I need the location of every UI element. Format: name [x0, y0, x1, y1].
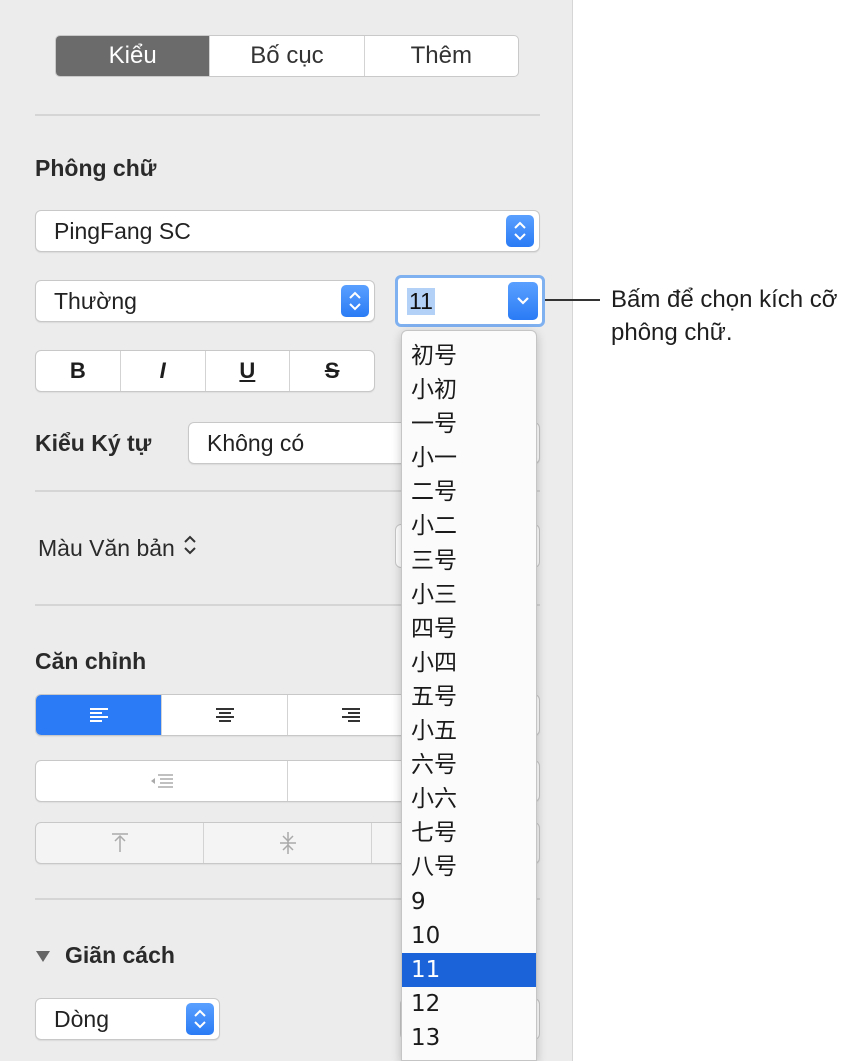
strikethrough-button[interactable]: S — [289, 351, 374, 391]
divider — [35, 114, 540, 116]
tab-more[interactable]: Thêm — [363, 36, 518, 76]
font-size-value: 11 — [407, 287, 435, 315]
char-style-label: Kiểu Ký tự — [35, 430, 152, 456]
font-style-popup[interactable]: Thường — [35, 280, 375, 322]
align-middle-icon — [279, 832, 296, 854]
font-size-menu: 初号 小初 一号 小一 二号 小二 三号 小三 四号 小四 五号 小五 六号 小六 七号 八号 9 10 11 12 1… — [401, 330, 537, 1061]
underline-button[interactable]: U — [204, 351, 290, 391]
align-center-button[interactable] — [161, 695, 287, 735]
font-size-option[interactable]: 12 — [402, 987, 536, 1021]
line-spacing-popup[interactable]: Dòng — [35, 998, 220, 1040]
font-size-option[interactable]: 小三 — [402, 578, 536, 612]
alignment-heading: Căn chỉnh — [35, 648, 147, 674]
font-size-option[interactable]: 初号 — [402, 339, 536, 373]
font-size-option[interactable]: 八号 — [402, 850, 536, 884]
tab-style[interactable]: Kiểu — [56, 36, 210, 76]
callout-text: Bấm để chọn kích cỡ phông chữ. — [611, 286, 838, 346]
font-size-option[interactable]: 13 — [402, 1021, 536, 1055]
italic-button[interactable]: I — [119, 351, 205, 391]
font-size-option[interactable]: 小初 — [402, 373, 536, 407]
font-size-option[interactable]: 六号 — [402, 748, 536, 782]
font-size-option[interactable]: 小二 — [402, 509, 536, 543]
align-right-icon — [341, 708, 360, 722]
font-size-option[interactable]: 小一 — [402, 441, 536, 475]
align-right-button[interactable] — [287, 695, 413, 735]
font-size-option[interactable]: 二号 — [402, 475, 536, 509]
outdent-icon — [150, 774, 173, 788]
align-middle-button[interactable] — [203, 823, 371, 863]
bold-button[interactable]: B — [36, 351, 120, 391]
font-size-combobox[interactable]: 11 — [395, 275, 545, 327]
align-top-icon — [111, 833, 128, 852]
updown-arrows-icon — [506, 215, 534, 247]
callout-line — [545, 299, 600, 301]
inspector-tabs: Kiểu Bố cục Thêm — [55, 35, 519, 77]
text-format-buttons: B I U S — [35, 350, 375, 392]
text-color-popup[interactable]: Màu Văn bản — [38, 534, 197, 562]
font-size-option[interactable]: 10 — [402, 919, 536, 953]
align-center-icon — [215, 708, 234, 722]
updown-chevron-icon — [183, 534, 197, 562]
font-size-option[interactable]: 小六 — [402, 782, 536, 816]
font-family-popup[interactable]: PingFang SC — [35, 210, 540, 252]
font-size-option[interactable]: 11 — [402, 952, 536, 987]
font-heading: Phông chữ — [35, 155, 157, 181]
align-left-icon — [89, 708, 108, 722]
align-left-button[interactable] — [36, 695, 161, 735]
spacing-disclosure[interactable]: Giãn cách — [35, 942, 175, 969]
format-inspector-panel: Kiểu Bố cục Thêm Phông chữ PingFang SC T… — [0, 0, 573, 1061]
updown-arrows-icon — [186, 1003, 214, 1035]
font-size-option[interactable]: 五号 — [402, 680, 536, 714]
align-top-button[interactable] — [36, 823, 203, 863]
spacing-heading: Giãn cách — [65, 942, 175, 968]
font-size-option[interactable]: 一号 — [402, 407, 536, 441]
font-size-option[interactable]: 小五 — [402, 714, 536, 748]
font-style-value: Thường — [54, 287, 137, 314]
font-size-option[interactable]: 三号 — [402, 544, 536, 578]
text-color-label: Màu Văn bản — [38, 534, 175, 561]
updown-arrows-icon — [341, 285, 369, 317]
font-size-option[interactable]: 9 — [402, 885, 536, 919]
disclosure-triangle-icon — [35, 942, 51, 969]
tab-layout[interactable]: Bố cục — [209, 36, 363, 76]
line-spacing-value: Dòng — [54, 1005, 109, 1032]
font-size-option[interactable]: 七号 — [402, 816, 536, 850]
font-size-option[interactable]: 四号 — [402, 612, 536, 646]
chevron-down-icon[interactable] — [508, 282, 538, 320]
font-family-value: PingFang SC — [54, 217, 191, 244]
decrease-indent-button[interactable] — [36, 761, 287, 801]
font-size-option[interactable]: 小四 — [402, 646, 536, 680]
